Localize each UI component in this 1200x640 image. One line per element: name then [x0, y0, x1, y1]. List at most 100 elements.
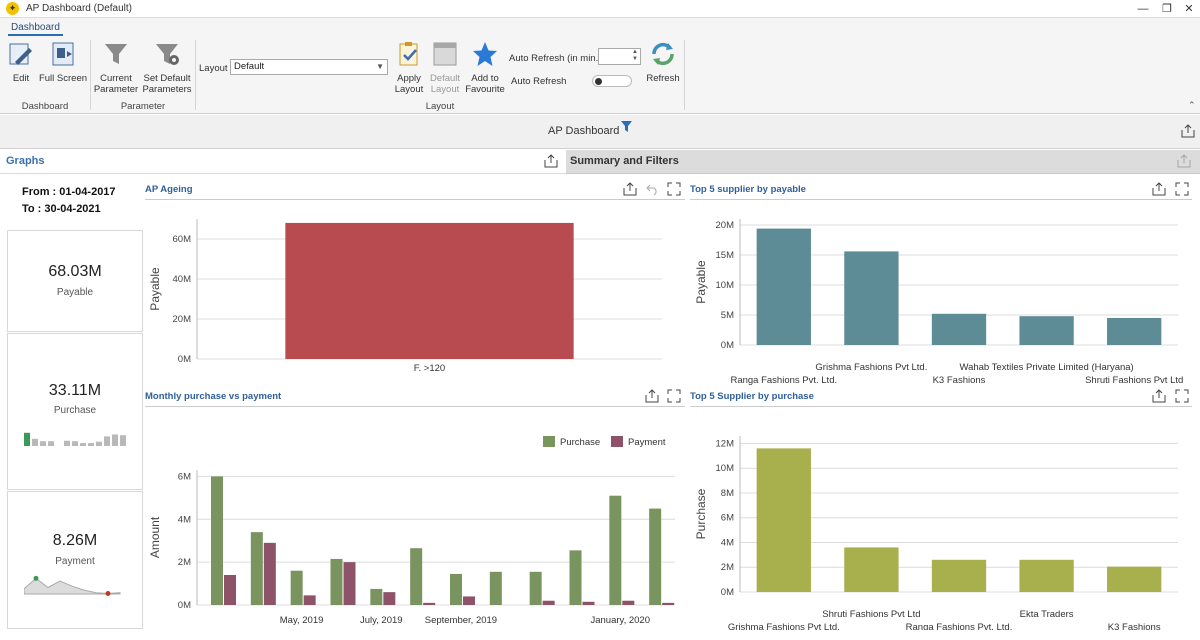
bar — [330, 558, 343, 605]
bar — [263, 542, 276, 605]
sparkline-min-marker — [105, 590, 111, 596]
bar — [569, 550, 582, 605]
undo-icon[interactable] — [645, 182, 659, 196]
y-tick-label: 40M — [173, 274, 192, 285]
group-label-dashboard: Dashboard — [21, 101, 69, 112]
sparkline-bar — [24, 432, 30, 446]
kpi-card-payment[interactable]: 8.26M Payment — [7, 491, 143, 629]
sparkline-area — [24, 577, 121, 595]
export-icon[interactable] — [1152, 389, 1166, 403]
kpi-card-payable[interactable]: 68.03M Payable — [7, 230, 143, 332]
y-tick-label: 2M — [721, 562, 734, 573]
close-button[interactable]: ✕ — [1180, 1, 1198, 17]
tab-summary-label: Summary and Filters — [570, 155, 679, 167]
collapse-ribbon-icon[interactable]: ⌃ — [1188, 100, 1196, 111]
y-tick-label: 0M — [178, 600, 191, 611]
group-separator — [90, 40, 91, 110]
x-tick-label: Wahab Textiles Private Limited (Haryana) — [959, 362, 1133, 373]
bar — [844, 547, 899, 592]
group-separator — [684, 40, 685, 110]
bar — [582, 601, 595, 605]
panel-title: Top 5 supplier by payable — [690, 184, 806, 195]
refresh-button[interactable]: Refresh — [644, 40, 682, 84]
bar — [844, 251, 899, 345]
kpi-label: Payable — [56, 287, 94, 298]
sparkline-bar — [120, 435, 126, 446]
edit-label: Edit — [12, 73, 30, 84]
export-icon[interactable] — [623, 182, 637, 196]
set-default-parameters-label-2: Parameters — [142, 84, 192, 95]
maximize-icon[interactable] — [1175, 389, 1189, 403]
dashboard-title-bar: AP Dashboard — [0, 115, 1200, 149]
tab-summary-and-filters[interactable]: Summary and Filters — [566, 150, 1200, 174]
filter-settings-icon — [156, 44, 179, 65]
ribbon-tab-dashboard[interactable]: Dashboard — [8, 22, 63, 36]
bar — [662, 602, 675, 605]
y-tick-label: 12M — [716, 438, 735, 449]
panel-title: Top 5 Supplier by purchase — [690, 391, 814, 402]
add-to-favourite-button[interactable]: Add to Favourite — [465, 40, 505, 95]
tab-graphs[interactable]: Graphs — [0, 150, 566, 174]
kpi-value: 68.03M — [48, 263, 102, 280]
add-to-favourite-label-2: Favourite — [465, 84, 505, 95]
filter-icon[interactable] — [621, 121, 632, 132]
current-parameter-button[interactable]: Current Parameter — [92, 40, 140, 95]
export-icon[interactable] — [1177, 154, 1191, 168]
spinner-arrows-icon[interactable]: ▲ ▼ — [632, 49, 638, 63]
default-layout-button[interactable]: Default Layout — [427, 40, 463, 95]
y-axis-label: Payable — [694, 260, 708, 304]
auto-refresh-toggle[interactable] — [592, 75, 632, 87]
restore-button[interactable]: ❐ — [1158, 1, 1176, 17]
x-tick-label: January, 2020 — [590, 615, 650, 626]
default-layout-label-1: Default — [429, 73, 461, 84]
apply-layout-button[interactable]: Apply Layout — [393, 40, 425, 95]
legend-swatch — [543, 436, 555, 447]
layout-select[interactable]: Default ▼ — [230, 59, 388, 75]
auto-refresh-interval-input[interactable]: ▲ ▼ — [598, 48, 641, 65]
y-tick-label: 20M — [716, 220, 735, 231]
refresh-icon — [652, 42, 674, 66]
y-tick-label: 0M — [178, 354, 191, 365]
layout-label: Layout — [199, 63, 228, 74]
minimize-button[interactable]: — — [1134, 1, 1152, 17]
bar — [931, 559, 987, 592]
full-screen-icon — [52, 42, 74, 66]
bar — [343, 562, 356, 605]
export-icon[interactable] — [1152, 182, 1166, 196]
x-tick-label: Grishma Fashions Pvt Ltd. — [728, 622, 840, 630]
monthly-purchase-payment-chart: 0M 2M 4M 6M Amount May, 2019 July, 2019 Septemb… — [148, 436, 675, 626]
set-default-parameters-button[interactable]: Set Default Parameters — [141, 40, 193, 95]
full-screen-button[interactable]: Full Screen — [38, 40, 88, 84]
sparkline-bar — [72, 441, 78, 446]
bar — [529, 571, 542, 605]
y-tick-label: 4M — [721, 537, 734, 548]
y-tick-label: 10M — [716, 280, 735, 291]
export-icon[interactable] — [645, 389, 659, 403]
y-axis-label: Amount — [148, 516, 162, 558]
bar — [1019, 559, 1074, 592]
x-tick-label: September, 2019 — [425, 615, 497, 626]
star-icon — [473, 42, 497, 66]
filter-icon — [105, 44, 127, 64]
top-purchase-chart: 0M 2M 4M 6M 8M 10M 12M Purchase Grishma Fashions… — [694, 436, 1178, 630]
kpi-label: Payment — [55, 556, 95, 567]
x-tick-label: K3 Fashions — [933, 375, 986, 385]
sparkline-bar — [48, 441, 54, 446]
kpi-card-purchase[interactable]: 33.11M Purchase — [7, 333, 143, 490]
toggle-knob — [595, 78, 602, 85]
y-tick-label: 5M — [721, 310, 734, 321]
bar — [450, 573, 462, 605]
y-axis-label: Payable — [148, 267, 162, 311]
bar — [463, 596, 475, 605]
export-icon[interactable] — [544, 154, 558, 168]
app-logo-icon: ✦ — [6, 2, 19, 15]
maximize-icon[interactable] — [1175, 182, 1189, 196]
date-from: From : 01-04-2017 — [22, 186, 116, 198]
export-icon[interactable] — [1181, 124, 1195, 138]
sparkline-bar — [88, 443, 94, 446]
maximize-icon[interactable] — [667, 182, 681, 196]
y-tick-label: 0M — [721, 340, 734, 351]
edit-button[interactable]: Edit — [5, 40, 37, 84]
bar — [1019, 316, 1074, 345]
maximize-icon[interactable] — [667, 389, 681, 403]
